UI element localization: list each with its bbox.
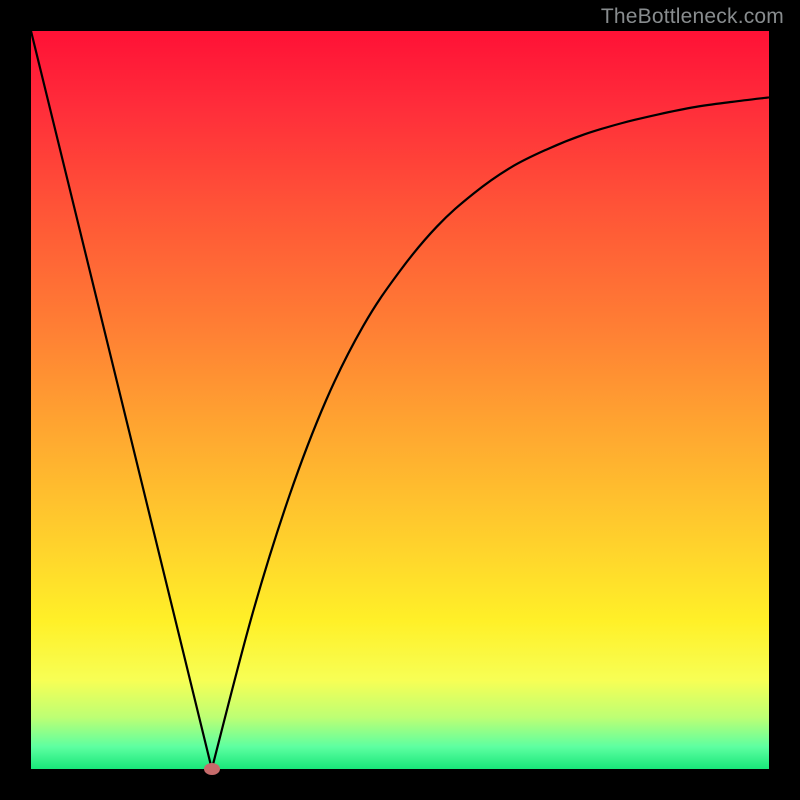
minimum-marker [204,763,220,775]
bottleneck-curve [31,31,769,769]
watermark-text: TheBottleneck.com [601,5,784,29]
chart-frame: TheBottleneck.com [0,0,800,800]
